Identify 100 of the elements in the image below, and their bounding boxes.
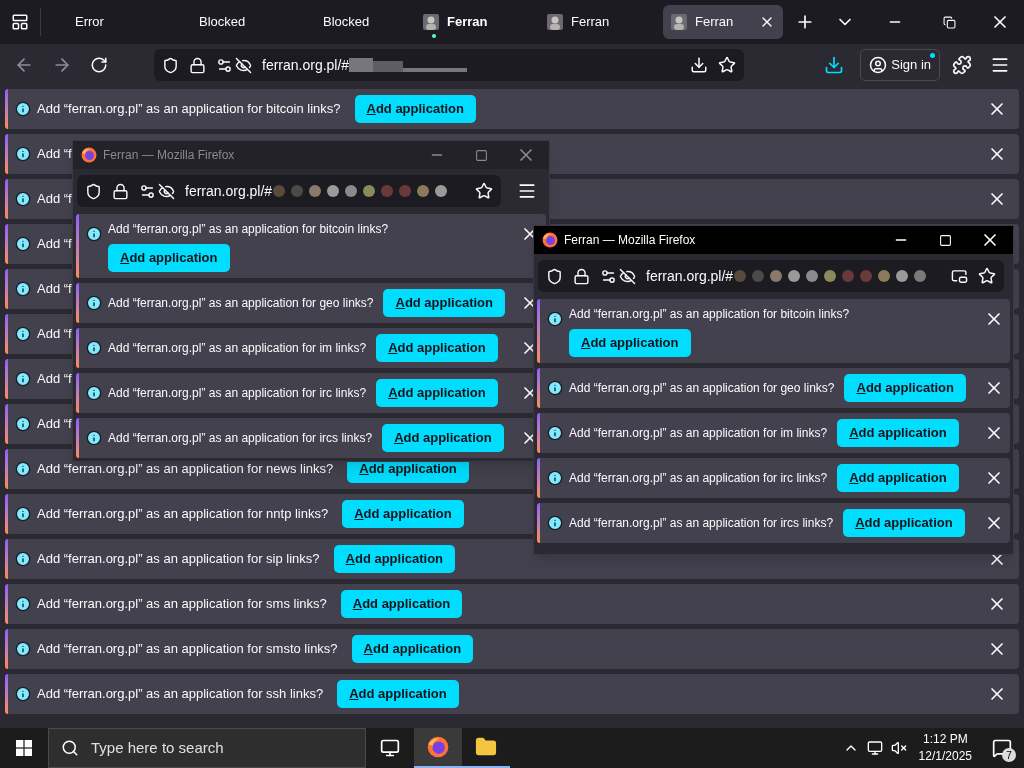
bookmark-star-icon[interactable] xyxy=(978,267,997,285)
notification-text: Add “ferran.org.pl” as an application for ssh links? xyxy=(37,685,324,704)
url-text: ferran.org.pl/# xyxy=(185,181,273,201)
add-application-button[interactable]: Add application xyxy=(837,419,959,447)
tab-list-icon[interactable] xyxy=(11,13,29,31)
notification-center-button[interactable]: 7 xyxy=(980,728,1024,768)
add-application-button[interactable]: Add application xyxy=(382,424,504,452)
notification-text: Add “ferran.org.pl” as an application for sip links? xyxy=(37,550,320,569)
info-icon xyxy=(547,425,563,441)
notification-text: Add “f xyxy=(37,325,72,344)
permissions-icon[interactable] xyxy=(600,267,617,285)
address-bar[interactable]: ferran.org.pl/# xyxy=(154,49,744,81)
add-application-button[interactable]: Add application xyxy=(342,500,464,528)
notification-text: Add “ferran.org.pl” as an application for ircs links? xyxy=(108,430,373,447)
notification-text: Add “f xyxy=(37,235,72,254)
permissions-icon[interactable] xyxy=(139,182,156,200)
add-application-button[interactable]: Add application xyxy=(569,329,691,357)
shield-icon[interactable] xyxy=(546,267,563,285)
tracking-icon[interactable] xyxy=(619,267,636,285)
add-application-button[interactable]: Add application xyxy=(837,464,959,492)
browser-tab[interactable]: Blocked xyxy=(291,5,411,39)
permissions-icon[interactable] xyxy=(216,56,233,74)
add-application-button[interactable]: Add application xyxy=(333,545,456,573)
browser-tab[interactable]: Error xyxy=(43,5,163,39)
info-icon xyxy=(86,340,102,356)
browser-tab[interactable]: Ferran xyxy=(539,5,659,39)
add-application-button[interactable]: Add application xyxy=(844,374,966,402)
firefox-taskbar-button[interactable] xyxy=(414,728,462,768)
info-icon xyxy=(15,686,31,702)
address-bar[interactable]: ferran.org.pl/# xyxy=(538,260,1005,292)
notification-text: Add “ferran.org.pl” as an application for irc links? xyxy=(569,470,828,487)
extensions-icon[interactable] xyxy=(952,55,972,75)
lock-icon[interactable] xyxy=(189,56,206,74)
browser-tab[interactable]: Blocked xyxy=(167,5,287,39)
menu-icon[interactable] xyxy=(517,181,537,201)
reload-icon[interactable] xyxy=(90,56,108,74)
info-icon xyxy=(86,295,102,311)
notification-text: Add “ferran.org.pl” as an application for nntp links? xyxy=(37,505,329,524)
add-application-button[interactable]: Add application xyxy=(354,95,476,123)
url-text: ferran.org.pl/# xyxy=(262,55,350,75)
info-icon xyxy=(86,226,102,242)
menu-icon[interactable] xyxy=(990,55,1010,75)
info-icon xyxy=(547,470,563,486)
info-icon xyxy=(15,101,31,117)
task-view-icon[interactable] xyxy=(380,738,400,758)
info-icon xyxy=(86,385,102,401)
add-application-button[interactable]: Add application xyxy=(843,509,965,537)
info-icon xyxy=(15,236,31,252)
add-application-button[interactable]: Add application xyxy=(337,680,459,708)
downloads-icon[interactable] xyxy=(824,55,845,75)
notification-text: Add “ferran.org.pl” as an application for news links? xyxy=(37,460,334,479)
save-page-icon[interactable] xyxy=(690,56,708,74)
browser-tab[interactable]: Ferran xyxy=(663,5,783,39)
notification-text: Add “ferran.org.pl” as an application for im links? xyxy=(569,425,828,442)
lock-icon[interactable] xyxy=(112,182,129,200)
notification-text: Add “ferran.org.pl” as an application for geo links? xyxy=(569,380,835,397)
info-icon xyxy=(15,326,31,342)
window-title: Ferran — Mozilla Firefox xyxy=(103,147,235,164)
tracking-icon[interactable] xyxy=(235,56,252,74)
site-favicon-icon xyxy=(423,14,439,30)
search-icon xyxy=(61,739,79,757)
add-application-button[interactable]: Add application xyxy=(108,244,230,272)
tracking-icon[interactable] xyxy=(158,182,175,200)
add-application-button[interactable]: Add application xyxy=(351,635,474,663)
notification-text: Add “ferran.org.pl” as an application for bitcoin links? xyxy=(37,100,341,119)
shield-icon[interactable] xyxy=(85,182,102,200)
clock[interactable]: 1:12 PM 12/1/2025 xyxy=(918,731,972,765)
notification-text: Add “ferran.org.pl” as an application for bitcoin links? xyxy=(569,306,850,323)
info-icon xyxy=(15,506,31,522)
bookmark-star-icon[interactable] xyxy=(475,182,493,200)
notification-text: Add “ferran.org.pl” as an application for sms links? xyxy=(37,595,327,614)
notification-text: Add “f xyxy=(37,370,72,389)
info-icon xyxy=(15,281,31,297)
shield-icon[interactable] xyxy=(162,56,179,74)
lock-icon[interactable] xyxy=(573,267,590,285)
info-icon xyxy=(547,311,563,327)
notification-text: Add “f xyxy=(37,145,72,164)
info-icon xyxy=(15,416,31,432)
taskbar-search-field[interactable]: Type here to search xyxy=(48,728,366,768)
add-application-button[interactable]: Add application xyxy=(340,590,463,618)
bookmark-star-icon[interactable] xyxy=(718,56,736,74)
volume-muted-icon[interactable] xyxy=(890,740,907,756)
add-application-button[interactable]: Add application xyxy=(383,289,505,317)
network-icon[interactable] xyxy=(866,740,883,756)
address-bar[interactable]: ferran.org.pl/# xyxy=(77,175,501,207)
screen-icon[interactable] xyxy=(951,267,969,285)
add-application-button[interactable]: Add application xyxy=(376,334,498,362)
notification-text: Add “ferran.org.pl” as an application for bitcoin links? xyxy=(108,221,389,238)
restore-icon[interactable] xyxy=(943,15,956,29)
windows-start-icon[interactable] xyxy=(16,740,32,756)
browser-logo-icon xyxy=(427,736,449,758)
info-icon xyxy=(547,380,563,396)
sign-in-button[interactable]: Sign in xyxy=(860,49,940,81)
browser-tab[interactable]: Ferran xyxy=(415,5,535,39)
add-application-button[interactable]: Add application xyxy=(376,379,498,407)
info-icon xyxy=(15,461,31,477)
folder-icon xyxy=(475,736,497,758)
info-icon xyxy=(15,641,31,657)
notification-text: Add “ferran.org.pl” as an application for ircs links? xyxy=(569,515,834,532)
notification-text: Add “ferran.org.pl” as an application for geo links? xyxy=(108,295,374,312)
